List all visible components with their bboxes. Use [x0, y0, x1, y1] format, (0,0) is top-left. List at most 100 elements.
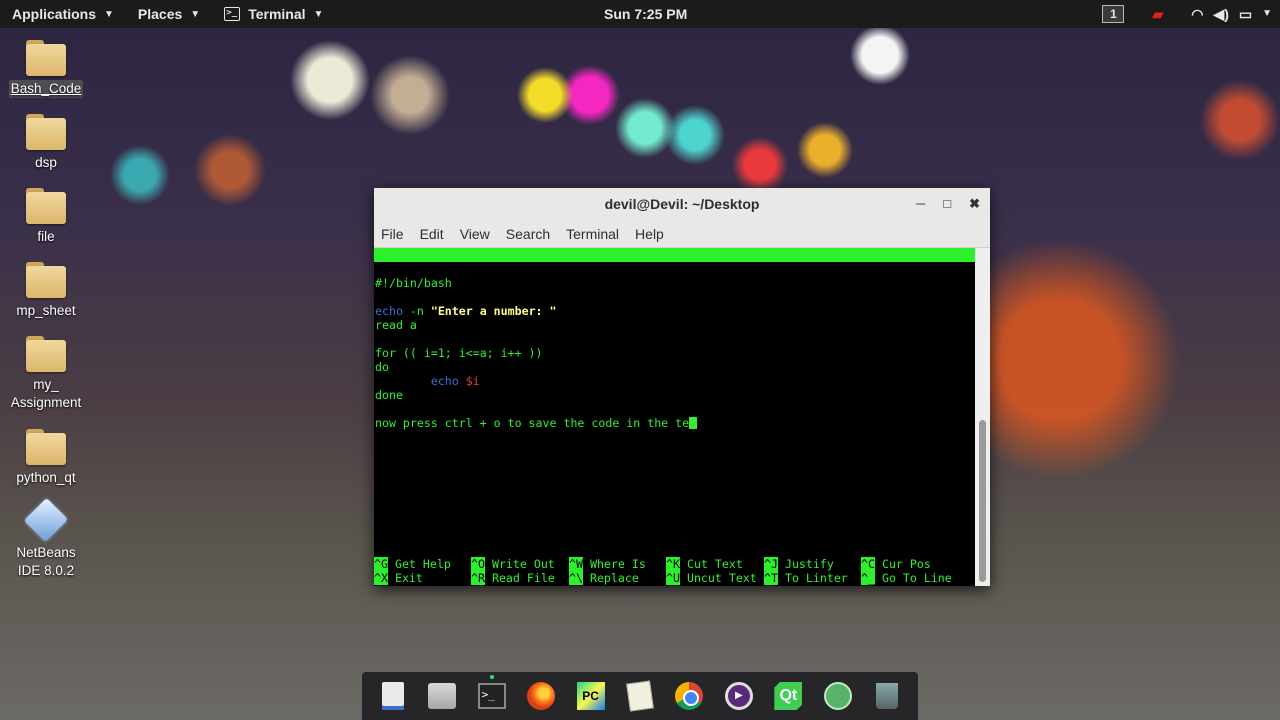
applications-menu[interactable]: Applications ▼	[0, 0, 126, 28]
menu-search[interactable]: Search	[498, 226, 558, 242]
workspace-indicator[interactable]: 1	[1102, 5, 1125, 23]
terminal-icon: >_	[224, 7, 241, 21]
maximize-icon[interactable]: □	[943, 188, 951, 220]
dock-chrome[interactable]	[673, 680, 705, 712]
text-cursor	[689, 417, 698, 429]
shortcut-to-linter: ^T To Linter	[764, 571, 848, 585]
qt-creator-icon: Qt	[774, 682, 803, 710]
shortcut-write-out: ^O Write Out	[471, 557, 555, 571]
shortcut-cut-text: ^K Cut Text	[666, 557, 743, 571]
terminal-scrollbar[interactable]	[975, 248, 990, 586]
code-line-do: do	[375, 360, 389, 374]
menu-terminal[interactable]: Terminal	[558, 226, 627, 242]
wifi-icon[interactable]: ◠	[1191, 0, 1203, 28]
nano-filename: File: a.sh	[645, 276, 715, 290]
desktop-icon-label: NetBeans IDE 8.0.2	[16, 545, 76, 578]
chrome-icon	[675, 682, 704, 710]
dock-notes[interactable]	[624, 680, 656, 712]
terminal-menu-label: Terminal	[248, 6, 306, 22]
menu-file[interactable]: File	[374, 226, 412, 242]
media-player-icon: ▶	[724, 682, 753, 710]
desktop-icon-label: dsp	[35, 155, 57, 170]
desktop-folder-mp-sheet[interactable]: mp_sheet	[0, 262, 92, 320]
notification-icon[interactable]: ▰	[1152, 0, 1163, 28]
power-menu-icon[interactable]: ▼	[1262, 0, 1272, 28]
trash-icon	[876, 683, 899, 709]
volume-icon[interactable]: ◀)	[1213, 0, 1228, 28]
code-line-echo: echo -n "Enter a number: "	[375, 304, 557, 318]
clock[interactable]: Sun 7:25 PM	[604, 0, 687, 28]
code-line-loop-echo: echo $i	[375, 374, 480, 388]
window-title: devil@Devil: ~/Desktop	[604, 196, 760, 212]
folder-icon	[26, 429, 66, 465]
files-icon	[428, 683, 457, 709]
nano-header: nano 2.6.2 File: a.sh Modified	[374, 248, 975, 304]
close-icon[interactable]: ✖	[969, 188, 980, 220]
code-line-shebang: #!/bin/bash	[375, 276, 452, 290]
menu-view[interactable]: View	[452, 226, 498, 242]
dock-firefox[interactable]	[525, 680, 557, 712]
dock-media-player[interactable]: ▶	[723, 680, 755, 712]
dock-pycharm[interactable]: PC	[575, 680, 607, 712]
desktop-icon-label: file	[37, 229, 55, 244]
dock-text-editor[interactable]	[377, 680, 409, 712]
shortcut-go-to-line: ^_ Go To Line	[861, 571, 952, 585]
nano-version: nano 2.6.2	[390, 262, 460, 276]
places-menu[interactable]: Places ▼	[126, 0, 212, 28]
system-tray: 1 ▰ ◠ ◀) ▭ ▼	[1102, 0, 1272, 28]
dock-files[interactable]	[426, 680, 458, 712]
scrollbar-thumb[interactable]	[979, 420, 986, 582]
terminal-menubar: File Edit View Search Terminal Help	[374, 220, 990, 248]
notes-icon	[626, 680, 654, 712]
desktop-folder-python-qt[interactable]: python_qt	[0, 429, 92, 487]
folder-icon	[26, 188, 66, 224]
folder-icon	[26, 262, 66, 298]
folder-icon	[26, 114, 66, 150]
desktop-folder-my-assignment[interactable]: my_ Assignment	[0, 336, 92, 412]
running-indicator	[489, 675, 494, 679]
shortcut-justify: ^J Justify	[764, 557, 834, 571]
code-line-read: read a	[375, 318, 417, 332]
terminal-icon: >_	[477, 683, 506, 709]
dock-qt-creator[interactable]: Qt	[772, 680, 804, 712]
shortcut-get-help: ^G Get Help	[374, 557, 451, 571]
code-line-typed: now press ctrl + o to save the code in t…	[375, 416, 698, 430]
desktop-folder-file[interactable]: file	[0, 188, 92, 246]
menu-help[interactable]: Help	[627, 226, 672, 242]
terminal-app-menu[interactable]: >_ Terminal ▼	[212, 0, 335, 28]
dock-trash[interactable]	[871, 680, 903, 712]
window-titlebar[interactable]: devil@Devil: ~/Desktop ─ □ ✖	[374, 188, 990, 220]
folder-icon	[26, 40, 66, 76]
desktop-folder-bash-code[interactable]: Bash_Code	[0, 40, 92, 98]
desktop-app-netbeans[interactable]: NetBeans IDE 8.0.2	[0, 497, 92, 580]
code-line-for: for (( i=1; i<=a; i++ ))	[375, 346, 543, 360]
shortcut-replace: ^\ Replace	[569, 571, 639, 585]
shortcut-exit: ^X Exit	[374, 571, 423, 585]
chevron-down-icon: ▼	[104, 8, 114, 20]
netbeans-icon	[23, 497, 69, 543]
shortcut-where-is: ^W Where Is	[569, 557, 646, 571]
dock-terminal[interactable]: >_	[476, 675, 508, 712]
minimize-icon[interactable]: ─	[916, 188, 925, 220]
terminal-content[interactable]: nano 2.6.2 File: a.sh Modified #!/bin/ba…	[374, 248, 975, 586]
pycharm-icon: PC	[576, 682, 605, 710]
folder-icon	[26, 336, 66, 372]
dock: >_ PC ▶ Qt	[362, 672, 918, 720]
dock-atom[interactable]	[822, 680, 854, 712]
desktop-folder-dsp[interactable]: dsp	[0, 114, 92, 172]
desktop-icon-label: Bash_Code	[8, 80, 84, 98]
applications-label: Applications	[12, 6, 97, 22]
shortcut-cur-pos: ^C Cur Pos	[861, 557, 931, 571]
top-panel: Applications ▼ Places ▼ >_ Terminal ▼ Su…	[0, 0, 1280, 28]
shortcut-read-file: ^R Read File	[471, 571, 555, 585]
desktop-icon-label: mp_sheet	[16, 303, 76, 318]
menu-edit[interactable]: Edit	[412, 226, 452, 242]
battery-icon[interactable]: ▭	[1239, 0, 1252, 28]
code-line-done: done	[375, 388, 403, 402]
desktop-icon-label: python_qt	[16, 470, 76, 485]
chevron-down-icon: ▼	[190, 8, 201, 20]
places-label: Places	[137, 6, 183, 22]
nano-status: Modified	[903, 290, 959, 304]
terminal-window: devil@Devil: ~/Desktop ─ □ ✖ File Edit V…	[374, 188, 990, 586]
atom-icon	[823, 682, 852, 710]
